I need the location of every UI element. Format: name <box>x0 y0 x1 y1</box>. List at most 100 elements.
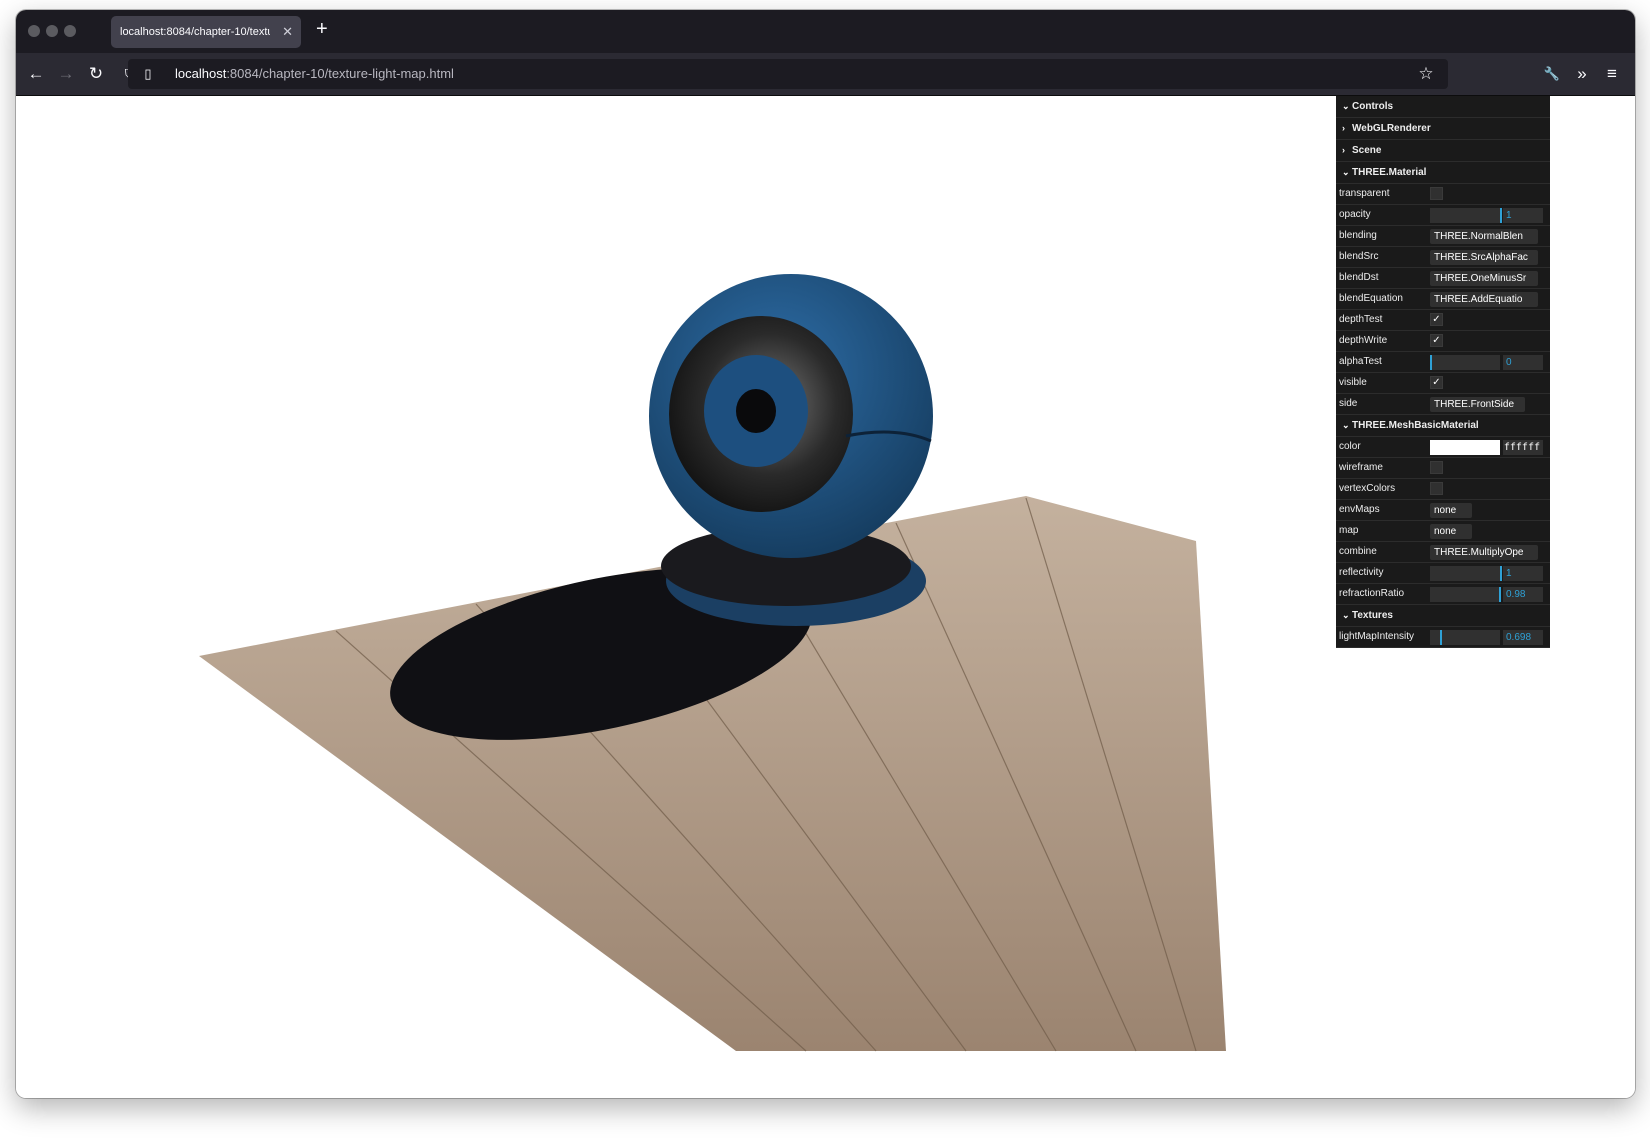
folder-webglrenderer[interactable]: › WebGLRenderer <box>1336 118 1550 140</box>
folder-label: THREE.MeshBasicMaterial <box>1352 420 1479 431</box>
close-window-button[interactable] <box>28 25 40 37</box>
row-label: alphaTest <box>1339 356 1382 367</box>
row-label: blendEquation <box>1339 293 1403 304</box>
url-text[interactable]: localhost:8084/chapter-10/texture-light-… <box>175 66 454 81</box>
row-vertexcolors: vertexColors <box>1336 479 1550 500</box>
blendequation-select[interactable]: THREE.AddEquatio <box>1430 292 1538 307</box>
lightmapintensity-input[interactable]: 0.698 <box>1503 630 1543 645</box>
tab-active[interactable]: localhost:8084/chapter-10/texture-l ✕ <box>111 16 301 48</box>
overflow-chevron-icon[interactable]: » <box>1570 62 1594 86</box>
row-label: wireframe <box>1339 462 1383 473</box>
row-label: envMaps <box>1339 504 1380 515</box>
new-tab-button[interactable]: + <box>316 18 328 41</box>
row-reflectivity: reflectivity 1 <box>1336 563 1550 584</box>
chevron-down-icon: ⌄ <box>1342 101 1350 111</box>
folder-label: THREE.Material <box>1352 167 1427 178</box>
folder-label: Scene <box>1352 145 1382 156</box>
blending-select[interactable]: THREE.NormalBlen <box>1430 229 1538 244</box>
opacity-input[interactable]: 1 <box>1503 208 1543 223</box>
folder-textures[interactable]: ⌄ Textures <box>1336 605 1550 627</box>
chevron-down-icon: ⌄ <box>1342 610 1350 620</box>
reload-icon[interactable]: ↻ <box>84 62 108 86</box>
row-alphatest: alphaTest 0 <box>1336 352 1550 373</box>
webgl-viewport[interactable]: ⌄ Controls › WebGLRenderer › Scene ⌄ THREE.M… <box>16 96 1635 1098</box>
chevron-right-icon: › <box>1342 123 1345 133</box>
row-side: side THREE.FrontSide <box>1336 394 1550 415</box>
minimize-window-button[interactable] <box>46 25 58 37</box>
row-transparent: transparent <box>1336 184 1550 205</box>
tab-title: localhost:8084/chapter-10/texture-l <box>120 26 270 38</box>
url-bar[interactable]: ▯ localhost:8084/chapter-10/texture-ligh… <box>128 59 1448 89</box>
envmaps-select[interactable]: none <box>1430 503 1472 518</box>
folder-label: Textures <box>1352 610 1393 621</box>
folder-scene[interactable]: › Scene <box>1336 140 1550 162</box>
close-tab-icon[interactable]: ✕ <box>282 24 293 40</box>
row-envmaps: envMaps none <box>1336 500 1550 521</box>
row-label: side <box>1339 398 1358 409</box>
chevron-right-icon: › <box>1342 145 1345 155</box>
navigation-bar: ← → ↻ ⛉ ▯ localhost:8084/chapter-10/text… <box>16 53 1635 96</box>
row-label: visible <box>1339 377 1367 388</box>
color-hex-input[interactable]: ffffff <box>1503 440 1543 455</box>
wrench-icon[interactable]: 🔧 <box>1540 62 1564 86</box>
forward-arrow-icon[interactable]: → <box>54 62 78 86</box>
folder-three-material[interactable]: ⌄ THREE.Material <box>1336 162 1550 184</box>
blendsrc-select[interactable]: THREE.SrcAlphaFac <box>1430 250 1538 265</box>
sphere-eye-pupil <box>736 389 776 433</box>
row-opacity: opacity 1 <box>1336 205 1550 226</box>
browser-window: localhost:8084/chapter-10/texture-l ✕ + … <box>16 10 1635 1098</box>
reflectivity-slider[interactable] <box>1430 566 1502 581</box>
row-depthwrite: depthWrite ✓ <box>1336 331 1550 352</box>
folder-meshbasicmaterial[interactable]: ⌄ THREE.MeshBasicMaterial <box>1336 415 1550 437</box>
row-combine: combine THREE.MultiplyOpe <box>1336 542 1550 563</box>
transparent-checkbox[interactable] <box>1430 187 1443 200</box>
row-label: blendSrc <box>1339 251 1379 262</box>
row-label: combine <box>1339 546 1377 557</box>
row-label: blending <box>1339 230 1377 241</box>
row-label: map <box>1339 525 1359 536</box>
refractionratio-slider[interactable] <box>1430 587 1501 602</box>
refractionratio-input[interactable]: 0.98 <box>1503 587 1543 602</box>
reflectivity-input[interactable]: 1 <box>1503 566 1543 581</box>
visible-checkbox[interactable]: ✓ <box>1430 376 1443 389</box>
row-blendsrc: blendSrc THREE.SrcAlphaFac <box>1336 247 1550 268</box>
folder-label: WebGLRenderer <box>1352 123 1431 134</box>
maximize-window-button[interactable] <box>64 25 76 37</box>
alphatest-slider[interactable] <box>1430 355 1500 370</box>
row-label: color <box>1339 441 1361 452</box>
side-select[interactable]: THREE.FrontSide <box>1430 397 1525 412</box>
wireframe-checkbox[interactable] <box>1430 461 1443 474</box>
row-blendequation: blendEquation THREE.AddEquatio <box>1336 289 1550 310</box>
hamburger-menu-icon[interactable]: ≡ <box>1600 62 1624 86</box>
row-blenddst: blendDst THREE.OneMinusSr <box>1336 268 1550 289</box>
alphatest-input[interactable]: 0 <box>1503 355 1543 370</box>
url-path: :8084/chapter-10/texture-light-map.html <box>226 66 454 81</box>
lightmapintensity-slider[interactable] <box>1430 630 1500 645</box>
blenddst-select[interactable]: THREE.OneMinusSr <box>1430 271 1538 286</box>
combine-select[interactable]: THREE.MultiplyOpe <box>1430 545 1538 560</box>
row-label: transparent <box>1339 188 1390 199</box>
gui-title-label: Controls <box>1352 101 1394 112</box>
row-label: vertexColors <box>1339 483 1396 494</box>
color-swatch[interactable] <box>1430 440 1500 455</box>
opacity-slider[interactable] <box>1430 208 1502 223</box>
row-label: blendDst <box>1339 272 1379 283</box>
row-lightmapintensity: lightMapIntensity 0.698 <box>1336 627 1550 648</box>
row-visible: visible ✓ <box>1336 373 1550 394</box>
depthtest-checkbox[interactable]: ✓ <box>1430 313 1443 326</box>
map-select[interactable]: none <box>1430 524 1472 539</box>
row-wireframe: wireframe <box>1336 458 1550 479</box>
vertexcolors-checkbox[interactable] <box>1430 482 1443 495</box>
bookmark-star-icon[interactable]: ☆ <box>1414 62 1438 86</box>
tab-strip: localhost:8084/chapter-10/texture-l ✕ + <box>16 10 1635 53</box>
slider-fill <box>1430 630 1442 645</box>
row-depthtest: depthTest ✓ <box>1336 310 1550 331</box>
row-label: depthWrite <box>1339 335 1388 346</box>
back-arrow-icon[interactable]: ← <box>24 62 48 86</box>
row-refractionratio: refractionRatio 0.98 <box>1336 584 1550 605</box>
row-label: lightMapIntensity <box>1339 631 1415 642</box>
gui-controls-header[interactable]: ⌄ Controls <box>1336 96 1550 118</box>
depthwrite-checkbox[interactable]: ✓ <box>1430 334 1443 347</box>
url-host: localhost <box>175 66 227 81</box>
row-color: color ffffff <box>1336 437 1550 458</box>
